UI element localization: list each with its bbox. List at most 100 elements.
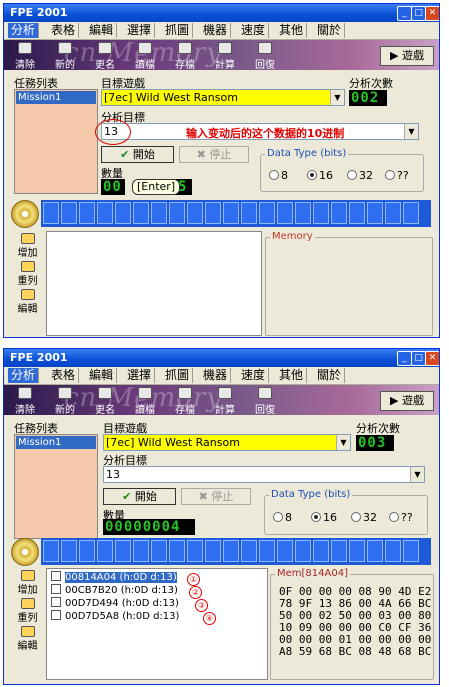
data-type-label: Data Type (bits)	[269, 489, 353, 500]
load-button[interactable]: 讀檔	[128, 387, 162, 415]
menu-other[interactable]: 其他	[276, 23, 308, 38]
start-button[interactable]: ✔ 開始	[103, 488, 176, 505]
window-title: FPE 2001	[10, 6, 68, 19]
annotation-marker: ④	[203, 612, 216, 625]
clear-button[interactable]: 清除	[8, 387, 42, 415]
radio-16[interactable]: 16	[307, 169, 333, 182]
calculate-button[interactable]: 計算	[208, 387, 242, 415]
minimize-icon[interactable]: _	[397, 6, 412, 21]
checkbox[interactable]	[51, 584, 61, 594]
checkbox[interactable]	[51, 597, 61, 607]
menu-capture[interactable]: 抓圖	[162, 23, 194, 38]
menu-analyze[interactable]: 分析	[8, 368, 40, 383]
stop-button[interactable]: ✖ 停止	[179, 146, 249, 163]
maximize-icon[interactable]: □	[411, 6, 426, 21]
game-button[interactable]: ▶ 遊戲	[380, 391, 434, 411]
progress-cell	[223, 540, 239, 562]
radio-16[interactable]: 16	[311, 511, 337, 524]
progress-cell	[295, 202, 311, 224]
rename-button[interactable]: 更名	[88, 387, 122, 415]
progress-cell	[205, 540, 221, 562]
menu-analyze[interactable]: 分析	[8, 23, 40, 38]
result-row[interactable]: 00814A04 (h:0D d:13)	[51, 571, 177, 584]
title-bar[interactable]: FPE 2001 _ □ ✕	[4, 4, 439, 22]
menu-speed[interactable]: 速度	[238, 368, 270, 383]
result-list[interactable]	[46, 231, 262, 336]
chevron-down-icon[interactable]: ▼	[336, 435, 350, 450]
result-list[interactable]: 00814A04 (h:0D d:13) 00CB7B20 (h:0D d:13…	[46, 568, 268, 680]
memory-label: Mem[814A04]	[275, 568, 350, 579]
start-button[interactable]: ✔ 開始	[101, 146, 174, 163]
chevron-down-icon[interactable]: ▼	[404, 124, 418, 139]
analysis-target-input[interactable]: 13 ▼	[103, 466, 425, 483]
new-button[interactable]: 新的	[48, 387, 82, 415]
checkbox[interactable]	[51, 610, 61, 620]
radio-32[interactable]: 32	[351, 511, 377, 524]
restore-button[interactable]: 回復	[248, 42, 282, 70]
calculate-button[interactable]: 計算	[208, 42, 242, 70]
menu-machine[interactable]: 機器	[200, 23, 232, 38]
menu-edit[interactable]: 編輯	[86, 23, 118, 38]
load-button[interactable]: 讀檔	[128, 42, 162, 70]
radio-icon	[269, 170, 279, 180]
result-row[interactable]: 00CB7B20 (h:0D d:13)	[51, 584, 178, 597]
restore-icon	[258, 42, 272, 54]
menu-about[interactable]: 關於	[314, 23, 346, 38]
progress-cells	[41, 200, 431, 227]
menu-edit[interactable]: 編輯	[86, 368, 118, 383]
edit-button[interactable]: 編輯	[11, 626, 44, 652]
new-button[interactable]: 新的	[48, 42, 82, 70]
rename-button[interactable]: 更名	[88, 42, 122, 70]
task-item-mission1[interactable]: Mission1	[16, 91, 96, 104]
menu-about[interactable]: 關於	[314, 368, 346, 383]
restore-button[interactable]: 回復	[248, 387, 282, 415]
add-button[interactable]: 增加	[11, 233, 44, 259]
minimize-icon[interactable]: _	[397, 351, 412, 366]
radio-unknown[interactable]: ??	[389, 511, 413, 524]
checkbox[interactable]	[51, 571, 61, 581]
target-game-select[interactable]: [7ec] Wild West Ransom ▼	[103, 434, 351, 451]
menu-speed[interactable]: 速度	[238, 23, 270, 38]
close-icon[interactable]: ✕	[425, 6, 439, 21]
relist-button[interactable]: 重列	[11, 261, 44, 287]
radio-unknown[interactable]: ??	[385, 169, 409, 182]
game-button[interactable]: ▶ 遊戲	[380, 46, 434, 66]
radio-8[interactable]: 8	[273, 511, 292, 524]
relist-button[interactable]: 重列	[11, 598, 44, 624]
save-button[interactable]: 存檔	[168, 387, 202, 415]
progress-cell	[277, 202, 293, 224]
radio-icon	[351, 512, 361, 522]
chevron-down-icon[interactable]: ▼	[330, 90, 344, 105]
menu-table[interactable]: 表格	[48, 368, 80, 383]
chevron-down-icon[interactable]: ▼	[410, 467, 424, 482]
target-game-select[interactable]: [7ec] Wild West Ransom ▼	[101, 89, 345, 106]
menu-table[interactable]: 表格	[48, 23, 80, 38]
result-row[interactable]: 00D7D494 (h:0D d:13)	[51, 597, 179, 610]
clear-button[interactable]: 清除	[8, 42, 42, 70]
close-icon[interactable]: ✕	[425, 351, 439, 366]
progress-cell	[241, 202, 257, 224]
memory-panel: Memory	[265, 231, 433, 336]
menu-select[interactable]: 選擇	[124, 23, 156, 38]
cd-icon	[11, 538, 39, 566]
result-row[interactable]: 00D7D5A8 (h:0D d:13)	[51, 610, 179, 623]
radio-8[interactable]: 8	[269, 169, 288, 182]
edit-button[interactable]: 編輯	[11, 289, 44, 315]
task-list[interactable]: Mission1	[14, 89, 98, 194]
task-list[interactable]: Mission1	[14, 434, 98, 539]
progress-cell	[331, 202, 347, 224]
window-title: FPE 2001	[10, 351, 68, 364]
save-button[interactable]: 存檔	[168, 42, 202, 70]
maximize-icon[interactable]: □	[411, 351, 426, 366]
menu-machine[interactable]: 機器	[200, 368, 232, 383]
menu-select[interactable]: 選擇	[124, 368, 156, 383]
menu-capture[interactable]: 抓圖	[162, 368, 194, 383]
progress-cell	[187, 202, 203, 224]
progress-cell	[331, 540, 347, 562]
add-button[interactable]: 增加	[11, 570, 44, 596]
menu-other[interactable]: 其他	[276, 368, 308, 383]
title-bar[interactable]: FPE 2001 _ □ ✕	[4, 349, 439, 367]
radio-32[interactable]: 32	[347, 169, 373, 182]
stop-button[interactable]: ✖ 停止	[181, 488, 251, 505]
task-item-mission1[interactable]: Mission1	[16, 436, 96, 449]
